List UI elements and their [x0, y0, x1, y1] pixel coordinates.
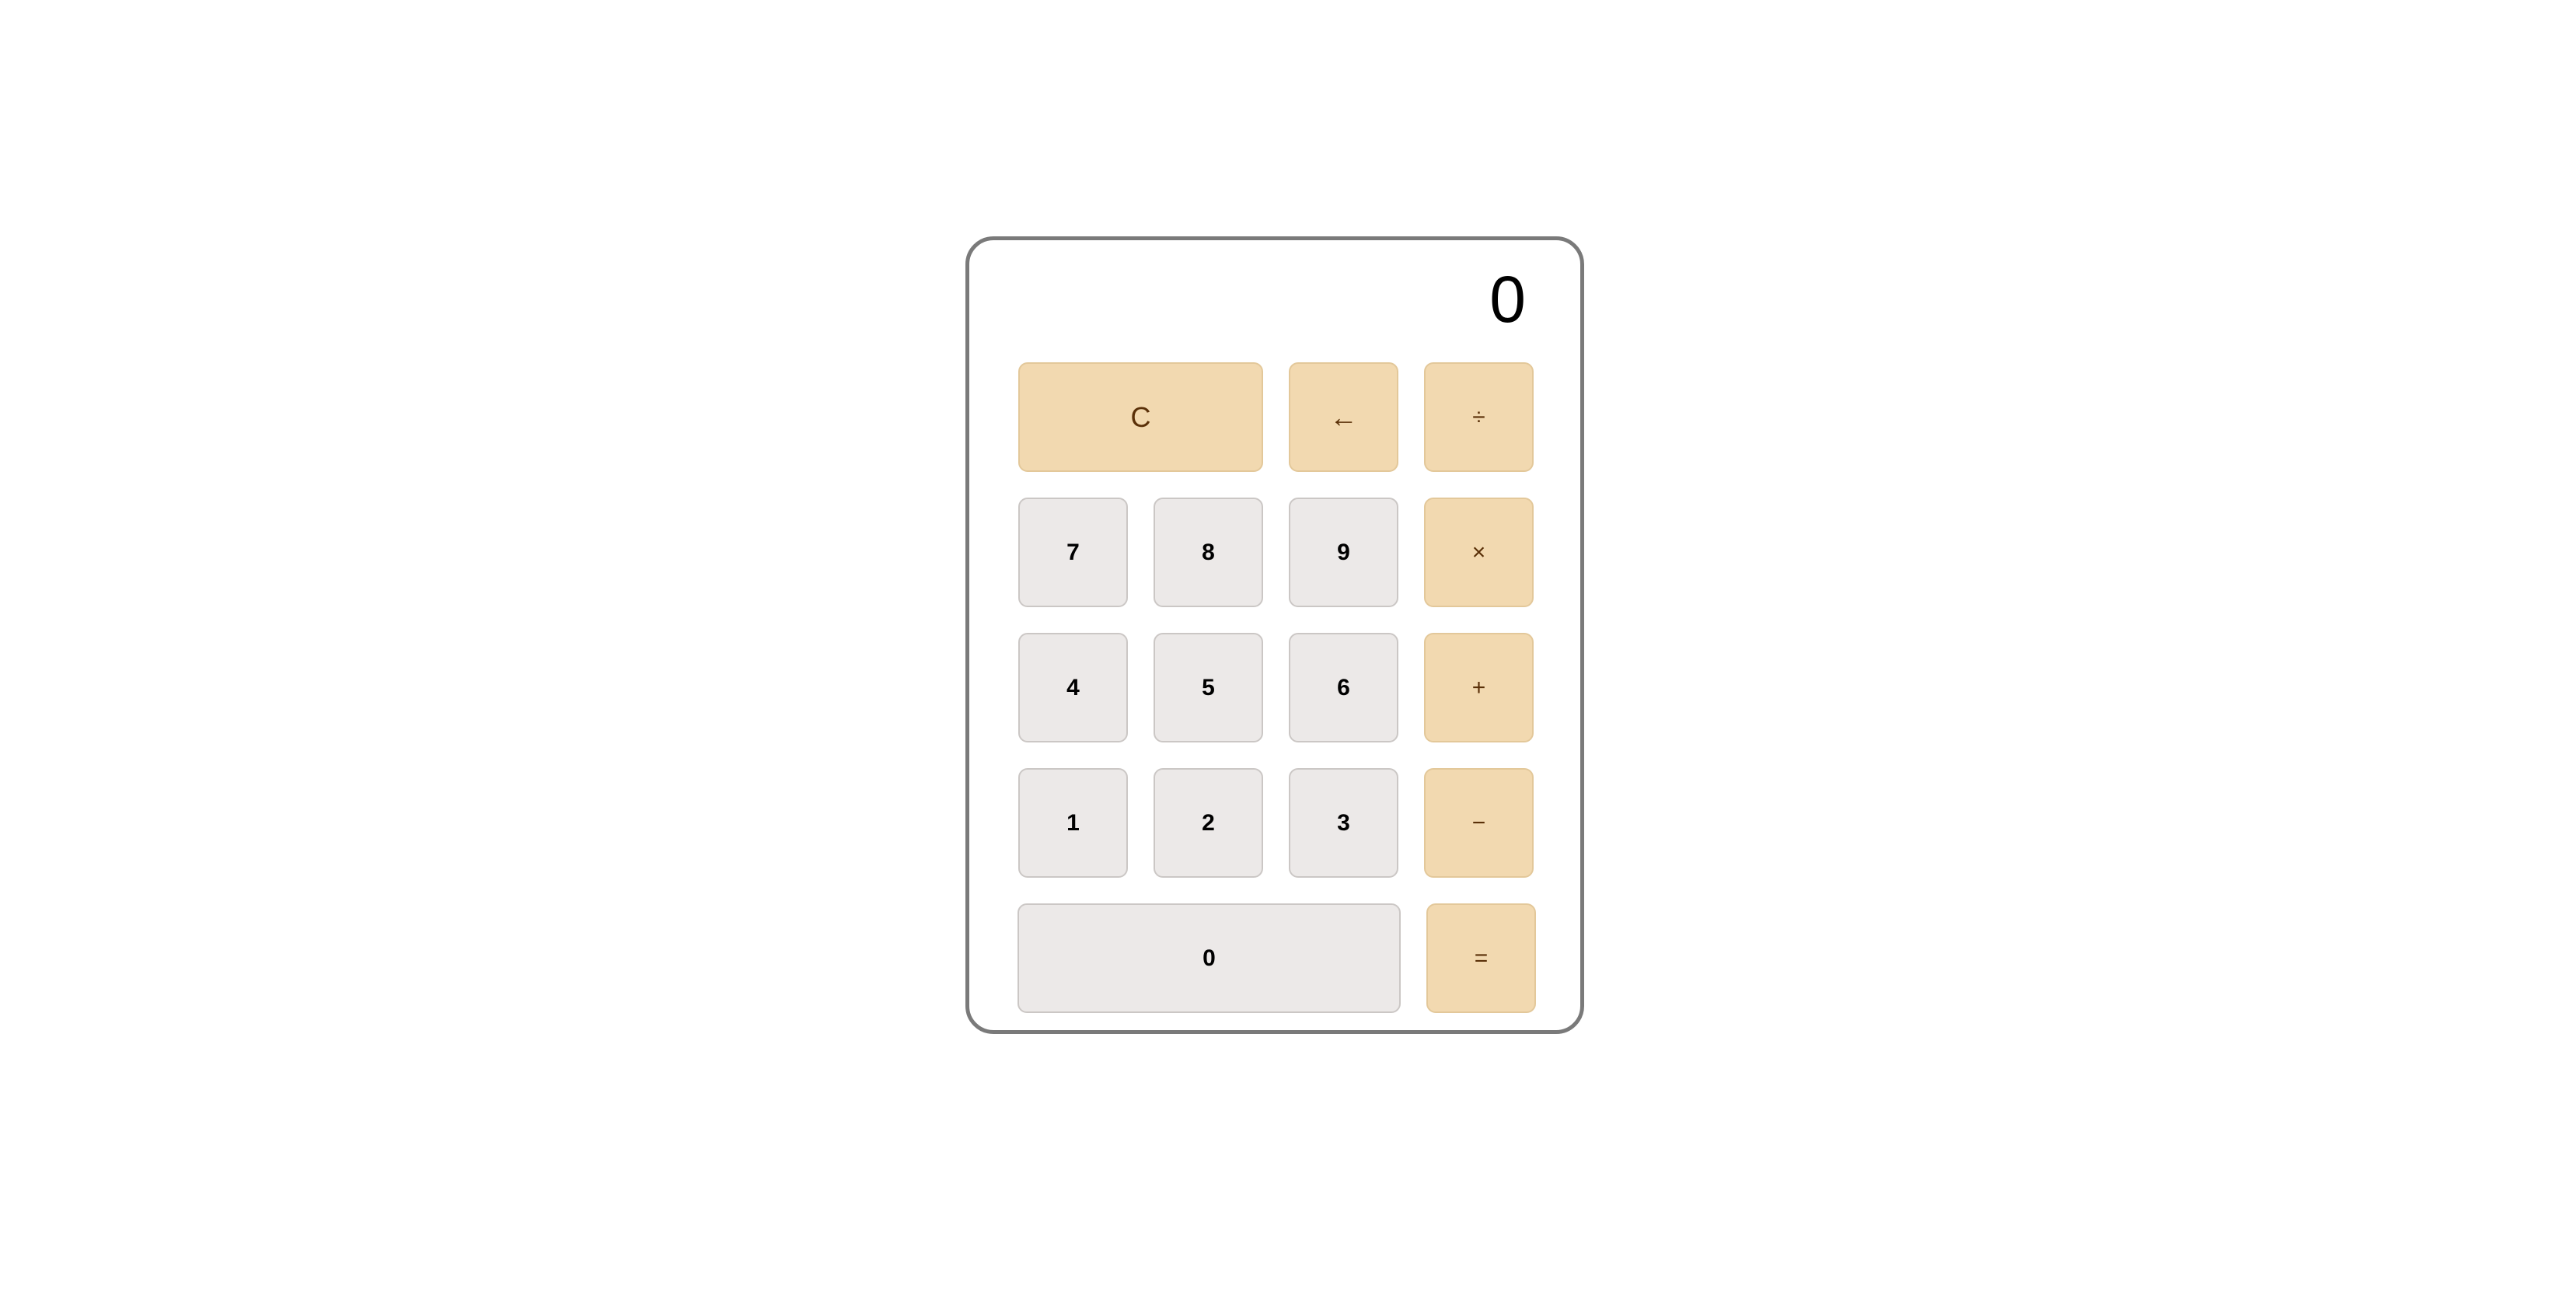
add-button[interactable]: + [1424, 633, 1534, 742]
subtract-button[interactable]: − [1424, 768, 1534, 878]
digit-3-button[interactable]: 3 [1289, 768, 1398, 878]
calculator: 0 C ← ÷ 7 8 9 × 4 5 6 + 1 2 3 − 0 = [965, 236, 1584, 1034]
display-value: 0 [1489, 263, 1526, 336]
equals-button[interactable]: = [1426, 903, 1536, 1013]
clear-button[interactable]: C [1018, 362, 1263, 472]
digit-9-button[interactable]: 9 [1289, 498, 1398, 607]
digit-5-button[interactable]: 5 [1154, 633, 1263, 742]
digit-7-button[interactable]: 7 [1018, 498, 1128, 607]
multiply-button[interactable]: × [1424, 498, 1534, 607]
digit-6-button[interactable]: 6 [1289, 633, 1398, 742]
digit-4-button[interactable]: 4 [1018, 633, 1128, 742]
digit-8-button[interactable]: 8 [1154, 498, 1263, 607]
digit-1-button[interactable]: 1 [1018, 768, 1128, 878]
backspace-button[interactable]: ← [1289, 362, 1398, 472]
divide-button[interactable]: ÷ [1424, 362, 1534, 472]
digit-2-button[interactable]: 2 [1154, 768, 1263, 878]
digit-0-button[interactable]: 0 [1017, 903, 1401, 1013]
